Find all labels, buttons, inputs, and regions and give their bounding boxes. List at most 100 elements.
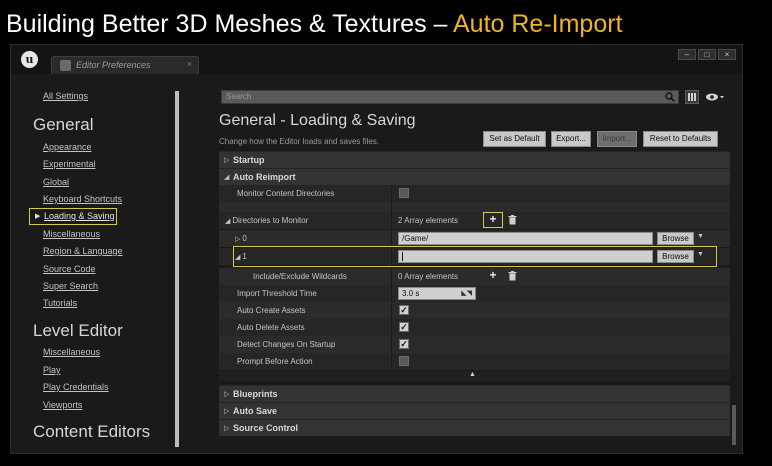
element-index-label: ▷ 0 [235, 234, 247, 243]
property-auto-create: Auto Create Assets ✓ [219, 302, 730, 319]
slide-title-accent: Auto Re-Import [453, 10, 623, 38]
wildcards-count: 0 Array elements [398, 272, 459, 281]
editor-preferences-window: u Editor Preferences × – □ × All Setting… [10, 44, 743, 454]
page-subtitle: Change how the Editor loads and saves fi… [219, 137, 380, 146]
property-label: Prompt Before Action [237, 357, 313, 366]
minimize-button[interactable]: – [678, 49, 696, 60]
sidebar-section-level-editor: Level Editor [33, 321, 123, 340]
sidebar-item-source-code[interactable]: Source Code [43, 264, 96, 274]
sidebar-item-experimental[interactable]: Experimental [43, 159, 96, 169]
collapse-advanced-bar[interactable]: ▲ [219, 371, 730, 381]
window-controls: – □ × [678, 49, 736, 60]
sidebar-item-play-credentials[interactable]: Play Credentials [43, 382, 109, 392]
close-button[interactable]: × [718, 49, 736, 60]
prompt-checkbox[interactable] [399, 356, 409, 366]
import-button[interactable]: Import... [597, 131, 637, 147]
browse-button-0[interactable]: Browse [657, 232, 694, 245]
sidebar-item-label: Loading & Saving [44, 211, 115, 221]
category-blueprints[interactable]: ▷ Blueprints [219, 385, 730, 402]
category-startup[interactable]: ▷ Startup [219, 151, 730, 168]
category-label: Blueprints [233, 389, 278, 399]
property-panel: ▷ Startup ◢ Auto Reimport Monitor Conten… [219, 151, 730, 451]
expand-arrow-icon: ▷ [224, 408, 230, 415]
category-auto-reimport[interactable]: ◢ Auto Reimport [219, 168, 730, 185]
column-divider [391, 302, 392, 319]
monitor-content-checkbox[interactable] [399, 188, 409, 198]
panel-scrollbar[interactable] [732, 405, 736, 445]
spin-arrows-icon[interactable]: ◣◥ [461, 288, 472, 299]
set-as-default-button[interactable]: Set as Default [483, 131, 546, 147]
category-source-control[interactable]: ▷ Source Control [219, 419, 730, 436]
threshold-time-field[interactable]: 3.0 s ◣◥ [398, 287, 476, 300]
add-wildcard-button[interactable]: + [485, 269, 501, 283]
column-divider [391, 353, 392, 370]
export-button[interactable]: Export... [551, 131, 591, 147]
auto-create-checkbox[interactable]: ✓ [399, 305, 409, 315]
sidebar-item-super-search[interactable]: Super Search [43, 281, 98, 291]
directories-count: 2 Array elements [398, 216, 459, 225]
reset-to-defaults-button[interactable]: Reset to Defaults [643, 131, 718, 147]
sidebar-scrollbar[interactable] [175, 91, 179, 447]
sidebar-item-level-miscellaneous[interactable]: Miscellaneous [43, 347, 100, 357]
spacer-row [219, 202, 730, 212]
tab-label: Editor Preferences [76, 60, 151, 70]
collapse-arrow-icon: ◢ [224, 174, 230, 181]
column-divider [391, 285, 392, 302]
sidebar-section-general: General [33, 115, 94, 134]
search-placeholder: Search [226, 92, 252, 101]
sidebar-item-play[interactable]: Play [43, 365, 61, 375]
column-divider [391, 336, 392, 353]
property-label: Auto Create Assets [237, 306, 306, 315]
property-label: Include/Exclude Wildcards [253, 272, 347, 281]
expand-arrow-icon: ▷ [224, 425, 230, 432]
slide-title: Building Better 3D Meshes & Textures – A… [6, 6, 623, 42]
sidebar-item-tutorials[interactable]: Tutorials [43, 298, 77, 308]
sidebar-item-loading-saving[interactable]: ▶ Loading & Saving [29, 208, 117, 225]
add-button-highlight [483, 212, 503, 228]
sidebar-item-all-settings[interactable]: All Settings [43, 91, 88, 101]
maximize-button[interactable]: □ [698, 49, 716, 60]
directory-path-field-0[interactable]: /Game/ [398, 232, 653, 245]
column-divider [391, 268, 392, 285]
slide-title-main: Building Better 3D Meshes & Textures – [6, 10, 453, 38]
property-label: Import Threshold Time [237, 289, 317, 298]
trash-icon[interactable] [508, 271, 517, 281]
preferences-tab-icon [60, 60, 71, 71]
eye-view-options-icon[interactable] [705, 92, 725, 102]
new-element-highlight [233, 246, 717, 267]
category-label: Startup [233, 155, 265, 165]
selected-arrow-icon: ▶ [35, 213, 41, 220]
property-wildcards: Include/Exclude Wildcards 0 Array elemen… [219, 268, 730, 285]
title-bar: u Editor Preferences × – □ × [11, 45, 742, 74]
category-label: Auto Save [233, 406, 278, 416]
property-auto-delete: Auto Delete Assets ✓ [219, 319, 730, 336]
category-label: Auto Reimport [233, 172, 296, 182]
sidebar-item-region-language[interactable]: Region & Language [43, 246, 123, 256]
column-divider [391, 230, 392, 247]
sidebar-item-global[interactable]: Global [43, 177, 69, 187]
trash-icon[interactable] [508, 215, 517, 225]
search-input[interactable]: Search [221, 90, 679, 104]
expand-arrow-icon: ▷ [224, 157, 230, 164]
auto-delete-checkbox[interactable]: ✓ [399, 322, 409, 332]
property-label: ◢ Directories to Monitor [225, 216, 308, 225]
column-divider [391, 212, 392, 229]
property-prompt-before-action: Prompt Before Action [219, 353, 730, 370]
directories-label: Directories to Monitor [232, 216, 309, 225]
collapse-up-icon: ▲ [469, 371, 476, 378]
sidebar-item-appearance[interactable]: Appearance [43, 142, 92, 152]
sidebar-item-viewports[interactable]: Viewports [43, 400, 82, 410]
property-detect-changes: Detect Changes On Startup ✓ [219, 336, 730, 353]
sidebar-item-keyboard-shortcuts[interactable]: Keyboard Shortcuts [43, 194, 122, 204]
grid-view-icon[interactable] [685, 90, 699, 104]
property-label: Auto Delete Assets [237, 323, 305, 332]
detect-changes-checkbox[interactable]: ✓ [399, 339, 409, 349]
category-auto-save[interactable]: ▷ Auto Save [219, 402, 730, 419]
tab-close-icon[interactable]: × [187, 59, 192, 69]
page-title: General - Loading & Saving [219, 112, 416, 129]
dropdown-arrow-icon[interactable]: ▼ [697, 233, 704, 240]
sidebar-item-miscellaneous[interactable]: Miscellaneous [43, 229, 100, 239]
property-label: Monitor Content Directories [237, 189, 335, 198]
search-icon[interactable] [665, 92, 675, 102]
tab-editor-preferences[interactable]: Editor Preferences × [51, 56, 199, 74]
